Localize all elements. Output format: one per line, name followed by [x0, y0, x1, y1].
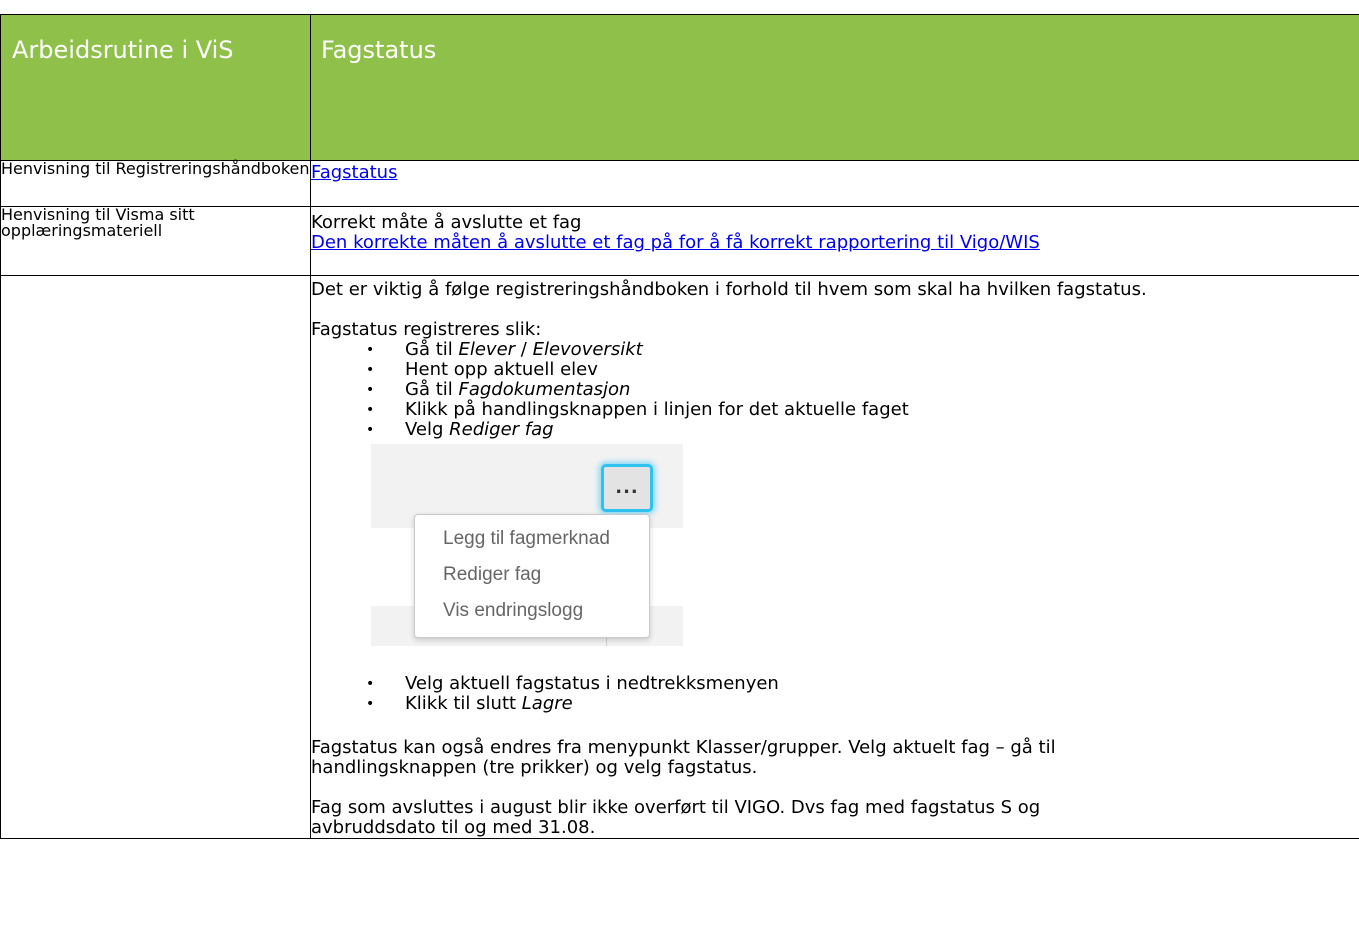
list-item: Gå til Fagdokumentasjon — [311, 380, 1359, 401]
context-menu-screenshot: ... Legg til fagmerknad Rediger fag Vis … — [371, 444, 683, 646]
header-title: Fagstatus — [310, 14, 1359, 161]
reference-row: Henvisning til Registreringshåndboken Fa… — [0, 160, 1359, 207]
menu-item-legg-til-fagmerknad: Legg til fagmerknad — [443, 528, 610, 549]
paragraph-klasser: Fagstatus kan også endres fra menypunkt … — [311, 737, 1056, 778]
paragraph-august: Fag som avsluttes i august blir ikke ove… — [311, 797, 1041, 838]
visma-title: Korrekt måte å avslutte et fag — [311, 212, 582, 233]
menu-item-rediger-fag: Rediger fag — [443, 564, 542, 585]
list-item: Klikk på handlingsknappen i linjen for d… — [311, 400, 1359, 421]
visma-label: Henvisning til Visma sitt opplæringsmate… — [0, 206, 311, 276]
visma-row: Henvisning til Visma sitt opplæringsmate… — [0, 206, 1359, 276]
steps-title: Fagstatus registreres slik: — [311, 319, 542, 340]
list-item: Velg aktuell fagstatus i nedtrekksmenyen — [311, 674, 1359, 695]
context-menu: Legg til fagmerknad Rediger fag Vis endr… — [414, 514, 650, 638]
routine-table: Arbeidsrutine i ViS Fagstatus Henvisning… — [0, 14, 1359, 839]
list-item: Klikk til slutt Lagre — [311, 694, 1359, 715]
header-row: Arbeidsrutine i ViS Fagstatus — [0, 14, 1359, 161]
header-left: Arbeidsrutine i ViS — [0, 14, 311, 161]
fagstatus-link[interactable]: Fagstatus — [311, 162, 397, 183]
list-item: Gå til Elever / Elevoversikt — [311, 340, 1359, 361]
steps-list-2: Velg aktuell fagstatus i nedtrekksmenyen… — [311, 674, 1359, 715]
main-row: Det er viktig å følge registreringshåndb… — [0, 275, 1359, 839]
intro-text: Det er viktig å følge registreringshåndb… — [311, 279, 1147, 300]
visma-course-link[interactable]: Den korrekte måten å avslutte et fag på … — [311, 232, 1040, 253]
list-item: Hent opp aktuell elev — [311, 360, 1359, 381]
list-item: Velg Rediger fag — [311, 420, 1359, 441]
reference-label: Henvisning til Registreringshåndboken — [0, 160, 311, 207]
steps-list: Gå til Elever / Elevoversikt Hent opp ak… — [311, 340, 1359, 441]
main-label-empty — [0, 275, 311, 839]
more-actions-button: ... — [601, 464, 653, 512]
menu-item-vis-endringslogg: Vis endringslogg — [443, 600, 584, 621]
